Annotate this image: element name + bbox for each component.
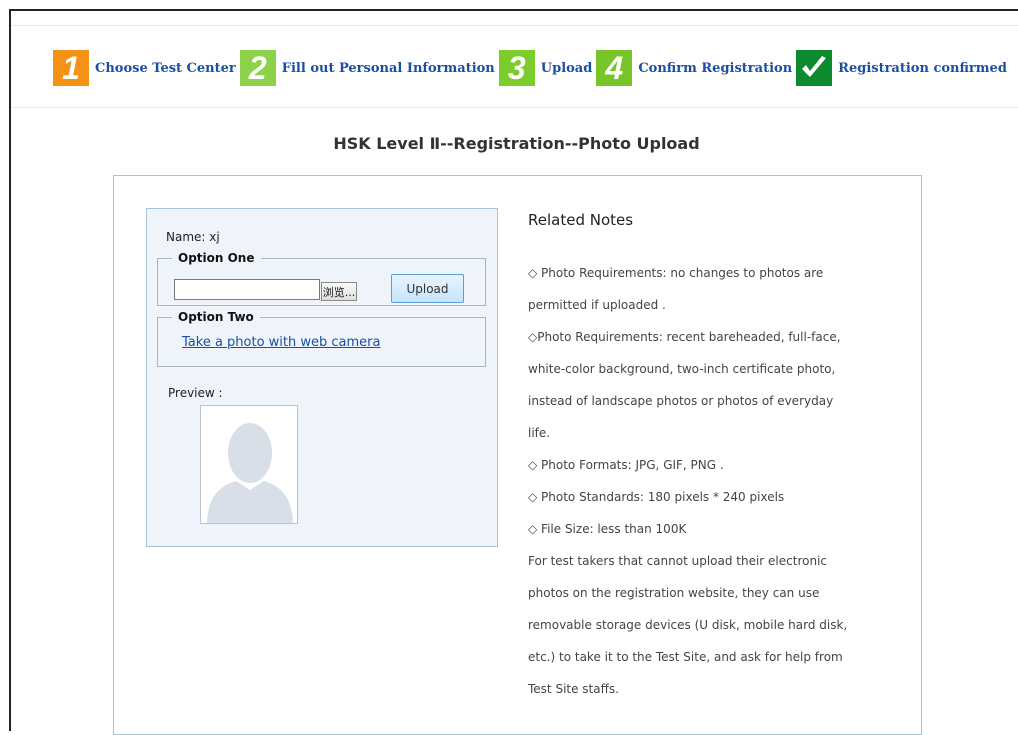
note-line: photos on the registration website, they… xyxy=(528,586,820,600)
option-two-legend: Option Two xyxy=(178,310,254,324)
step-3-label: Upload xyxy=(540,60,593,76)
step-4-label: Confirm Registration xyxy=(638,60,793,76)
step-3-badge: 3 xyxy=(498,50,535,86)
step-2-badge: 2 xyxy=(239,50,276,86)
option-one-group: Option One 浏览... Upload xyxy=(157,251,486,306)
upload-button[interactable]: Upload xyxy=(391,274,464,303)
top-divider xyxy=(11,25,1018,26)
step-4-badge: 4 xyxy=(596,50,633,86)
note-line: Test Site staffs. xyxy=(528,682,619,696)
option-one-legend: Option One xyxy=(178,251,255,265)
browse-button[interactable]: 浏览... xyxy=(321,282,357,301)
note-line: ◇ Photo Standards: 180 pixels * 240 pixe… xyxy=(528,490,785,504)
checkmark-icon xyxy=(796,50,833,86)
note-line: ◇Photo Requirements: recent bareheaded, … xyxy=(528,330,841,344)
registration-steps: 1 Choose Test Center 2 Fill out Personal… xyxy=(53,50,1011,86)
page-title: HSK Level Ⅱ--Registration--Photo Upload xyxy=(333,134,700,153)
name-value: xj xyxy=(209,230,220,244)
step-2-label: Fill out Personal Information xyxy=(281,60,495,76)
note-line: ◇ File Size: less than 100K xyxy=(528,522,687,536)
note-line: ◇ Photo Formats: JPG, GIF, PNG . xyxy=(528,458,724,472)
step-personal-info: 2 Fill out Personal Information xyxy=(239,50,499,86)
name-row: Name: xj xyxy=(166,230,220,244)
related-notes-title: Related Notes xyxy=(528,211,634,229)
note-line: life. xyxy=(528,426,551,440)
note-line: instead of landscape photos or photos of… xyxy=(528,394,834,408)
step-1-label: Choose Test Center xyxy=(95,60,236,76)
header-divider xyxy=(11,107,1018,108)
note-line: white-color background, two-inch certifi… xyxy=(528,362,836,376)
name-label: Name: xyxy=(166,230,206,244)
option-two-group: Option Two Take a photo with web camera xyxy=(157,310,486,367)
note-line: etc.) to take it to the Test Site, and a… xyxy=(528,650,843,664)
note-line: removable storage devices (U disk, mobil… xyxy=(528,618,848,632)
related-notes-text: ◇ Photo Requirements: no changes to phot… xyxy=(528,257,888,705)
preview-label: Preview : xyxy=(168,386,223,400)
note-line: ◇ Photo Requirements: no changes to phot… xyxy=(528,266,824,280)
note-line: permitted if uploaded . xyxy=(528,298,666,312)
photo-preview xyxy=(200,405,298,524)
file-path-input[interactable] xyxy=(174,279,320,300)
step-upload: 3 Upload xyxy=(498,50,597,86)
note-line: For test takers that cannot upload their… xyxy=(528,554,828,568)
step-confirm-registration: 4 Confirm Registration xyxy=(596,50,796,86)
step-choose-test-center: 1 Choose Test Center xyxy=(53,50,240,86)
step-1-badge: 1 xyxy=(53,50,89,86)
avatar-placeholder-icon xyxy=(201,406,297,523)
step-5-label: Registration confirmed xyxy=(838,60,1007,76)
step-registration-confirmed: Registration confirmed xyxy=(796,50,1011,86)
web-camera-link[interactable]: Take a photo with web camera xyxy=(182,335,381,350)
